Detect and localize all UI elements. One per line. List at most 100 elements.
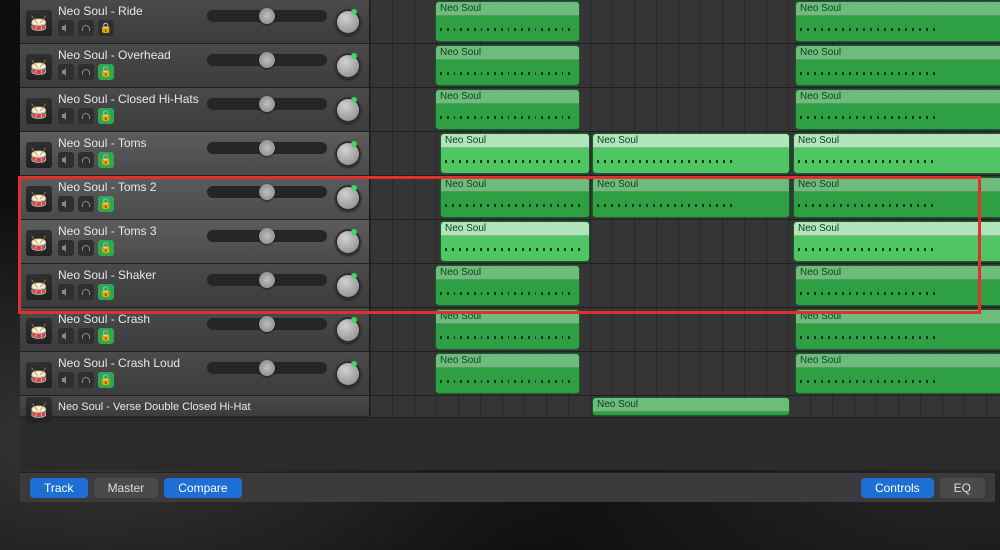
volume-thumb[interactable]: [259, 228, 275, 244]
mute-button[interactable]: [58, 64, 74, 80]
eq-tab[interactable]: EQ: [940, 478, 985, 498]
lock-button[interactable]: 🔓: [98, 196, 114, 212]
lock-button[interactable]: 🔓: [98, 240, 114, 256]
midi-region[interactable]: Neo Soul: [435, 89, 580, 130]
mute-button[interactable]: [58, 240, 74, 256]
track-header[interactable]: 🥁Neo Soul - Verse Double Closed Hi-Hat: [20, 396, 370, 416]
midi-region[interactable]: Neo Soul: [795, 353, 1000, 394]
track-row[interactable]: 🥁Neo Soul - Closed Hi-Hats🔓 Neo Soul Neo S…: [20, 88, 1000, 132]
midi-region[interactable]: Neo Soul: [435, 265, 580, 306]
track-row[interactable]: 🥁Neo Soul - Shaker🔓Neo SoulNeo Soul: [20, 264, 1000, 308]
mute-button[interactable]: [58, 372, 74, 388]
midi-region[interactable]: Neo Soul: [435, 353, 580, 394]
volume-slider[interactable]: [207, 10, 327, 22]
headphones-button[interactable]: [78, 372, 94, 388]
mute-button[interactable]: [58, 152, 74, 168]
timeline-lane[interactable]: Neo Soul Neo Soul: [370, 220, 1000, 263]
pan-knob[interactable]: [335, 53, 361, 79]
midi-region[interactable]: Neo Soul: [795, 309, 1000, 350]
midi-region[interactable]: Neo Soul: [795, 89, 1000, 130]
lock-button[interactable]: 🔓: [98, 328, 114, 344]
timeline-lane[interactable]: Neo Soul Neo Soul: [370, 352, 1000, 395]
timeline-lane[interactable]: Neo Soul Neo Soul: [370, 44, 1000, 87]
compare-button[interactable]: Compare: [164, 478, 241, 498]
track-row[interactable]: 🥁Neo Soul - Toms🔓Neo SoulNeo SoulNeo Sou…: [20, 132, 1000, 176]
midi-region[interactable]: Neo Soul: [592, 397, 790, 416]
midi-region[interactable]: Neo Soul: [592, 177, 790, 218]
pan-knob[interactable]: [335, 97, 361, 123]
pan-knob[interactable]: [335, 9, 361, 35]
volume-slider[interactable]: [207, 318, 327, 330]
volume-thumb[interactable]: [259, 140, 275, 156]
volume-thumb[interactable]: [259, 96, 275, 112]
master-tab[interactable]: Master: [94, 478, 159, 498]
timeline-lane[interactable]: Neo Soul Neo Soul: [370, 308, 1000, 351]
volume-slider[interactable]: [207, 230, 327, 242]
timeline-lane[interactable]: Neo Soul Neo Soul: [370, 0, 1000, 43]
midi-region[interactable]: Neo Soul: [440, 177, 590, 218]
volume-thumb[interactable]: [259, 272, 275, 288]
pan-knob[interactable]: [335, 273, 361, 299]
lock-button[interactable]: 🔓: [98, 372, 114, 388]
track-row[interactable]: 🥁Neo Soul - Crash🔓 Neo Soul Neo Soul: [20, 308, 1000, 352]
track-header[interactable]: 🥁Neo Soul - Crash Loud🔓: [20, 352, 370, 395]
lock-button[interactable]: 🔓: [98, 152, 114, 168]
volume-slider[interactable]: [207, 142, 327, 154]
headphones-button[interactable]: [78, 284, 94, 300]
track-row[interactable]: 🥁Neo Soul - Toms 2🔓Neo SoulNeo SoulNeo S…: [20, 176, 1000, 220]
pan-knob[interactable]: [335, 141, 361, 167]
mute-button[interactable]: [58, 108, 74, 124]
headphones-button[interactable]: [78, 108, 94, 124]
pan-knob[interactable]: [335, 185, 361, 211]
track-row[interactable]: 🥁Neo Soul - Verse Double Closed Hi-Hat Ne…: [20, 396, 1000, 418]
timeline-lane[interactable]: Neo Soul: [370, 396, 1000, 417]
track-header[interactable]: 🥁Neo Soul - Toms🔓: [20, 132, 370, 175]
midi-region[interactable]: Neo Soul: [795, 265, 1000, 306]
volume-slider[interactable]: [207, 98, 327, 110]
midi-region[interactable]: Neo Soul: [440, 221, 590, 262]
midi-region[interactable]: Neo Soul: [795, 45, 1000, 86]
headphones-button[interactable]: [78, 20, 94, 36]
lock-button[interactable]: 🔒: [98, 20, 114, 36]
volume-thumb[interactable]: [259, 52, 275, 68]
headphones-button[interactable]: [78, 196, 94, 212]
midi-region[interactable]: Neo Soul: [793, 177, 1000, 218]
headphones-button[interactable]: [78, 64, 94, 80]
track-header[interactable]: 🥁Neo Soul - Crash🔓: [20, 308, 370, 351]
pan-knob[interactable]: [335, 361, 361, 387]
track-row[interactable]: 🥁Neo Soul - Crash Loud🔓 Neo Soul Neo Soul: [20, 352, 1000, 396]
midi-region[interactable]: Neo Soul: [793, 221, 1000, 262]
volume-slider[interactable]: [207, 362, 327, 374]
midi-region[interactable]: Neo Soul: [435, 45, 580, 86]
midi-region[interactable]: Neo Soul: [793, 133, 1000, 174]
headphones-button[interactable]: [78, 240, 94, 256]
track-row[interactable]: 🥁Neo Soul - Overhead🔓 Neo Soul Neo Soul: [20, 44, 1000, 88]
volume-thumb[interactable]: [259, 184, 275, 200]
track-row[interactable]: 🥁Neo Soul - Toms 3🔓 Neo Soul Neo Soul: [20, 220, 1000, 264]
midi-region[interactable]: Neo Soul: [435, 309, 580, 350]
track-header[interactable]: 🥁Neo Soul - Overhead🔓: [20, 44, 370, 87]
midi-region[interactable]: Neo Soul: [435, 1, 580, 42]
track-tab[interactable]: Track: [30, 478, 88, 498]
mute-button[interactable]: [58, 284, 74, 300]
midi-region[interactable]: Neo Soul: [795, 1, 1000, 42]
pan-knob[interactable]: [335, 229, 361, 255]
volume-slider[interactable]: [207, 186, 327, 198]
volume-thumb[interactable]: [259, 8, 275, 24]
track-header[interactable]: 🥁Neo Soul - Closed Hi-Hats🔓: [20, 88, 370, 131]
volume-thumb[interactable]: [259, 316, 275, 332]
pan-knob[interactable]: [335, 317, 361, 343]
track-header[interactable]: 🥁Neo Soul - Toms 3🔓: [20, 220, 370, 263]
volume-slider[interactable]: [207, 274, 327, 286]
track-header[interactable]: 🥁Neo Soul - Ride🔒: [20, 0, 370, 43]
timeline-lane[interactable]: Neo SoulNeo SoulNeo Soul: [370, 176, 1000, 219]
track-row[interactable]: 🥁Neo Soul - Ride🔒 Neo Soul Neo Soul: [20, 0, 1000, 44]
timeline-lane[interactable]: Neo SoulNeo SoulNeo Soul: [370, 132, 1000, 175]
mute-button[interactable]: [58, 196, 74, 212]
midi-region[interactable]: Neo Soul: [592, 133, 790, 174]
controls-tab[interactable]: Controls: [861, 478, 934, 498]
mute-button[interactable]: [58, 328, 74, 344]
volume-thumb[interactable]: [259, 360, 275, 376]
midi-region[interactable]: Neo Soul: [440, 133, 590, 174]
volume-slider[interactable]: [207, 54, 327, 66]
